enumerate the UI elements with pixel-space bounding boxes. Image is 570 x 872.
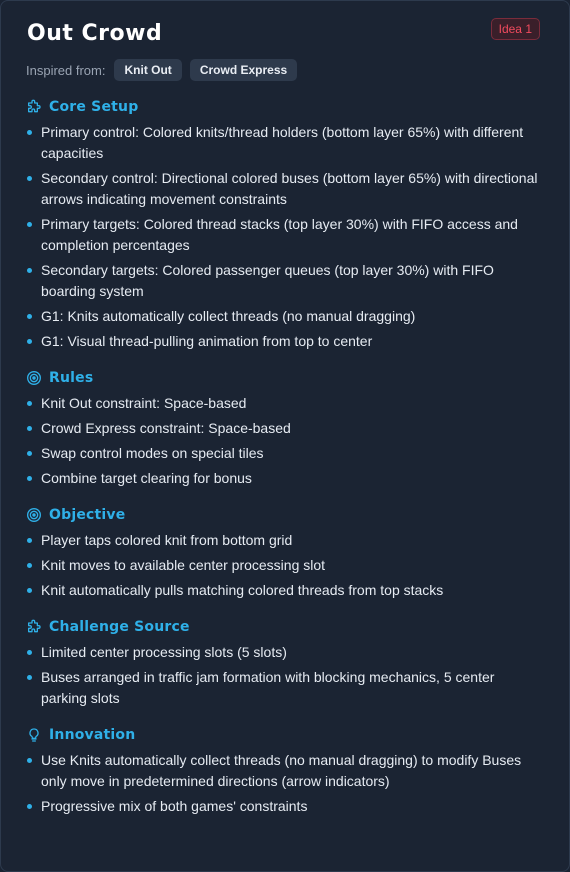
section-title: Core Setup [49, 99, 139, 115]
section-list: Primary control: Colored knits/thread ho… [26, 122, 544, 352]
list-item: G1: Knits automatically collect threads … [26, 306, 544, 327]
list-item: Knit automatically pulls matching colore… [26, 580, 544, 601]
list-item: Limited center processing slots (5 slots… [26, 642, 544, 663]
list-item: Primary control: Colored knits/thread ho… [26, 122, 544, 164]
idea-badge: Idea 1 [490, 18, 540, 40]
section-header: Innovation [26, 724, 544, 746]
section-list: Use Knits automatically collect threads … [26, 750, 544, 817]
puzzle-icon [26, 99, 42, 115]
section-header: Rules [26, 367, 544, 389]
section-rules: Rules Knit Out constraint: Space-based Cro… [26, 367, 544, 489]
section-list: Knit Out constraint: Space-based Crowd Ex… [26, 393, 544, 489]
list-item: Use Knits automatically collect threads … [26, 750, 544, 792]
inspired-label: Inspired from: [26, 62, 106, 78]
list-item: Player taps colored knit from bottom gri… [26, 530, 544, 551]
inspired-chip-knit-out[interactable]: Knit Out [114, 59, 182, 81]
list-item: Knit moves to available center processin… [26, 555, 544, 576]
puzzle-icon [26, 619, 42, 635]
section-innovation: Innovation Use Knits automatically collec… [26, 724, 544, 817]
section-title: Objective [49, 507, 126, 523]
section-list: Limited center processing slots (5 slots… [26, 642, 544, 709]
list-item: Primary targets: Colored thread stacks (… [26, 214, 544, 256]
lightbulb-icon [26, 727, 42, 743]
section-title: Challenge Source [49, 619, 190, 635]
card-header: Out Crowd Idea 1 [26, 18, 544, 59]
section-challenge-source: Challenge Source Limited center processin… [26, 616, 544, 709]
list-item: Swap control modes on special tiles [26, 443, 544, 464]
section-title: Rules [49, 370, 94, 386]
list-item: Secondary control: Directional colored b… [26, 168, 544, 210]
section-header: Challenge Source [26, 616, 544, 638]
list-item: G1: Visual thread-pulling animation from… [26, 331, 544, 352]
idea-title: Out Crowd [27, 21, 163, 46]
list-item: Progressive mix of both games' constrain… [26, 796, 544, 817]
section-core-setup: Core Setup Primary control: Colored knits… [26, 96, 544, 352]
inspired-row: Inspired from: Knit Out Crowd Express [26, 59, 544, 81]
section-header: Core Setup [26, 96, 544, 118]
list-item: Crowd Express constraint: Space-based [26, 418, 544, 439]
target-icon [26, 370, 42, 386]
list-item: Secondary targets: Colored passenger que… [26, 260, 544, 302]
section-title: Innovation [49, 727, 136, 743]
list-item: Combine target clearing for bonus [26, 468, 544, 489]
list-item: Knit Out constraint: Space-based [26, 393, 544, 414]
inspired-chip-crowd-express[interactable]: Crowd Express [189, 59, 298, 81]
sections-container: Core Setup Primary control: Colored knits… [26, 96, 544, 817]
list-item: Buses arranged in traffic jam formation … [26, 667, 544, 709]
idea-card: Out Crowd Idea 1 Inspired from: Knit Out… [0, 0, 570, 872]
target-icon [26, 507, 42, 523]
section-objective: Objective Player taps colored knit from b… [26, 504, 544, 601]
section-header: Objective [26, 504, 544, 526]
section-list: Player taps colored knit from bottom gri… [26, 530, 544, 601]
